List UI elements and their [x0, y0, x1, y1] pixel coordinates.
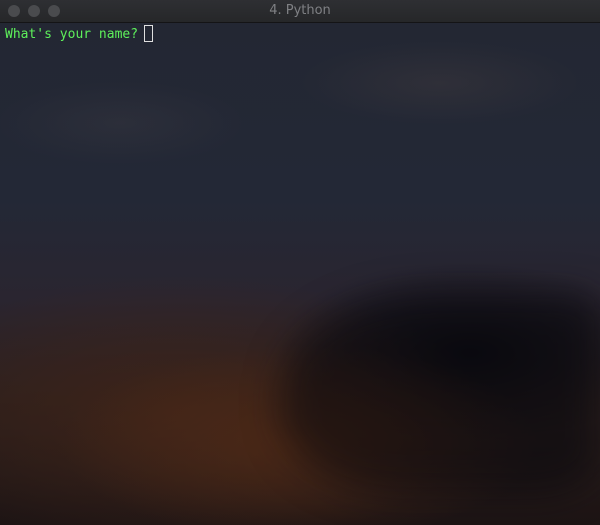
terminal-line: What's your name?	[5, 25, 154, 44]
prompt-text: What's your name?	[5, 27, 139, 42]
terminal-window: 4. Python What's your name?	[0, 0, 600, 525]
background-wallpaper	[280, 293, 600, 493]
window-title: 4. Python	[269, 3, 331, 18]
title-bar[interactable]: 4. Python	[0, 0, 600, 23]
text-cursor[interactable]	[144, 25, 154, 42]
terminal-area[interactable]: What's your name?	[0, 23, 600, 525]
